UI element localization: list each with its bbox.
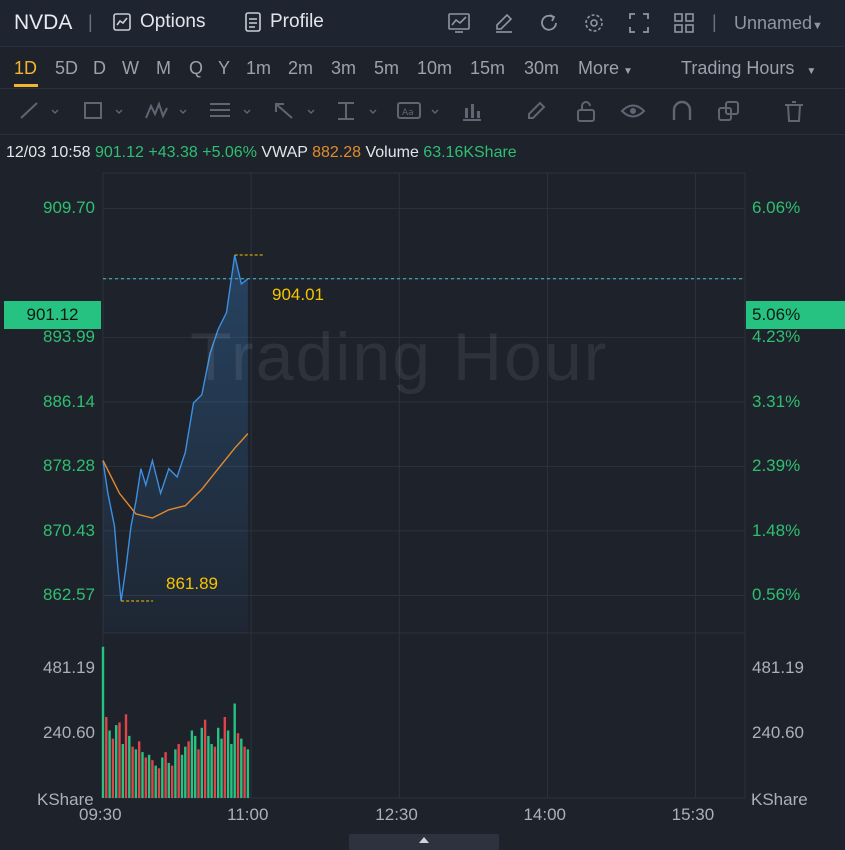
volume-bar xyxy=(121,744,124,798)
pct-tick-right: 2.39% xyxy=(752,456,801,476)
pct-tick-right: 4.23% xyxy=(752,327,801,347)
time-tick: 09:30 xyxy=(79,805,122,824)
timeframe-q[interactable]: Q xyxy=(189,58,203,79)
price-chart[interactable] xyxy=(0,0,845,850)
volume-bar xyxy=(174,749,177,798)
chart-scroll-handle[interactable] xyxy=(349,834,499,850)
volume-bar xyxy=(197,749,200,798)
volume-unit-right: KShare xyxy=(751,790,808,809)
timeframe-5m[interactable]: 5m xyxy=(374,58,399,79)
pct-tick-right: 0.56% xyxy=(752,585,801,605)
timeframe-m[interactable]: M xyxy=(156,58,171,79)
time-tick: 15:30 xyxy=(671,805,715,824)
volume-tick-right: 240.60 xyxy=(752,723,804,743)
volume-bar xyxy=(154,765,157,798)
price-tick-left: 893.99 xyxy=(43,327,95,347)
volume-bar xyxy=(233,703,236,798)
pct-tick-right: 6.06% xyxy=(752,198,801,218)
volume-bar xyxy=(223,717,226,798)
volume-bar xyxy=(194,735,197,798)
timeframe-1m[interactable]: 1m xyxy=(246,58,271,79)
watermark-text: Trading Hour xyxy=(190,319,609,395)
volume-bar xyxy=(131,746,134,798)
volume-bar xyxy=(190,730,194,798)
volume-bar xyxy=(217,727,220,798)
time-tick: 14:00 xyxy=(523,805,566,824)
volume-bar xyxy=(184,746,187,798)
timeframe-3m[interactable]: 3m xyxy=(331,58,356,79)
timeframe-1d[interactable]: 1D xyxy=(14,58,37,79)
volume-bar xyxy=(157,768,161,798)
volume-bar xyxy=(118,722,121,798)
volume-bar xyxy=(134,749,138,798)
volume-bar xyxy=(213,746,217,798)
volume-bar xyxy=(230,744,233,798)
time-tick: 11:00 xyxy=(227,805,269,824)
price-tick-left: 886.14 xyxy=(43,391,95,411)
volume-bar xyxy=(187,741,190,798)
volume-bar xyxy=(170,765,174,798)
timeframe-30m[interactable]: 30m xyxy=(524,58,559,79)
volume-bar xyxy=(180,754,184,798)
volume-bar xyxy=(115,725,118,798)
volume-bar xyxy=(203,719,207,798)
volume-bar xyxy=(167,762,170,798)
volume-bar xyxy=(240,738,243,798)
price-tick-left: 909.70 xyxy=(43,198,95,218)
volume-tick-left: 240.60 xyxy=(43,723,95,743)
price-tick-left: 862.57 xyxy=(43,585,95,605)
volume-bars xyxy=(101,646,250,798)
pct-tick-right: 3.31% xyxy=(752,391,801,411)
timeframe-2m[interactable]: 2m xyxy=(288,58,313,79)
volume-bar xyxy=(147,754,151,798)
timeframe-10m[interactable]: 10m xyxy=(417,58,452,79)
pct-tick-right: 1.48% xyxy=(752,520,801,540)
volume-bar xyxy=(236,733,240,798)
volume-bar xyxy=(210,744,213,798)
volume-bar xyxy=(246,749,250,798)
volume-bar xyxy=(220,738,223,798)
low-price-label: 861.89 xyxy=(166,574,218,593)
volume-bar xyxy=(207,735,210,798)
price-tick-left: 878.28 xyxy=(43,456,95,476)
current-pct-tag: 5.06% xyxy=(746,301,845,329)
time-tick: 12:30 xyxy=(375,805,418,824)
volume-bar xyxy=(144,757,147,798)
chevron-up-icon xyxy=(419,837,429,843)
volume-bar xyxy=(164,752,167,798)
volume-tick-left: 481.19 xyxy=(43,658,95,678)
volume-bar xyxy=(124,714,128,798)
volume-bar xyxy=(111,738,115,798)
current-price-tag: 901.12 xyxy=(4,301,101,329)
volume-bar xyxy=(101,646,105,798)
timeframe-5d[interactable]: 5D xyxy=(55,58,78,79)
volume-bar xyxy=(128,735,131,798)
volume-bar xyxy=(200,727,203,798)
timeframe-d[interactable]: D xyxy=(93,58,106,79)
volume-bar xyxy=(177,744,180,798)
volume-bar xyxy=(151,760,154,798)
volume-bar xyxy=(138,741,141,798)
price-tick-left: 870.43 xyxy=(43,520,95,540)
timeframe-15m[interactable]: 15m xyxy=(470,58,505,79)
volume-bar xyxy=(105,717,108,798)
volume-bar xyxy=(141,752,144,798)
volume-bar xyxy=(108,730,111,798)
timeframe-w[interactable]: W xyxy=(122,58,139,79)
high-price-label: 904.01 xyxy=(272,285,324,304)
volume-bar xyxy=(161,757,164,798)
volume-bar xyxy=(226,730,230,798)
timeframe-y[interactable]: Y xyxy=(218,58,230,79)
volume-bar xyxy=(243,746,246,798)
volume-tick-right: 481.19 xyxy=(752,658,804,678)
